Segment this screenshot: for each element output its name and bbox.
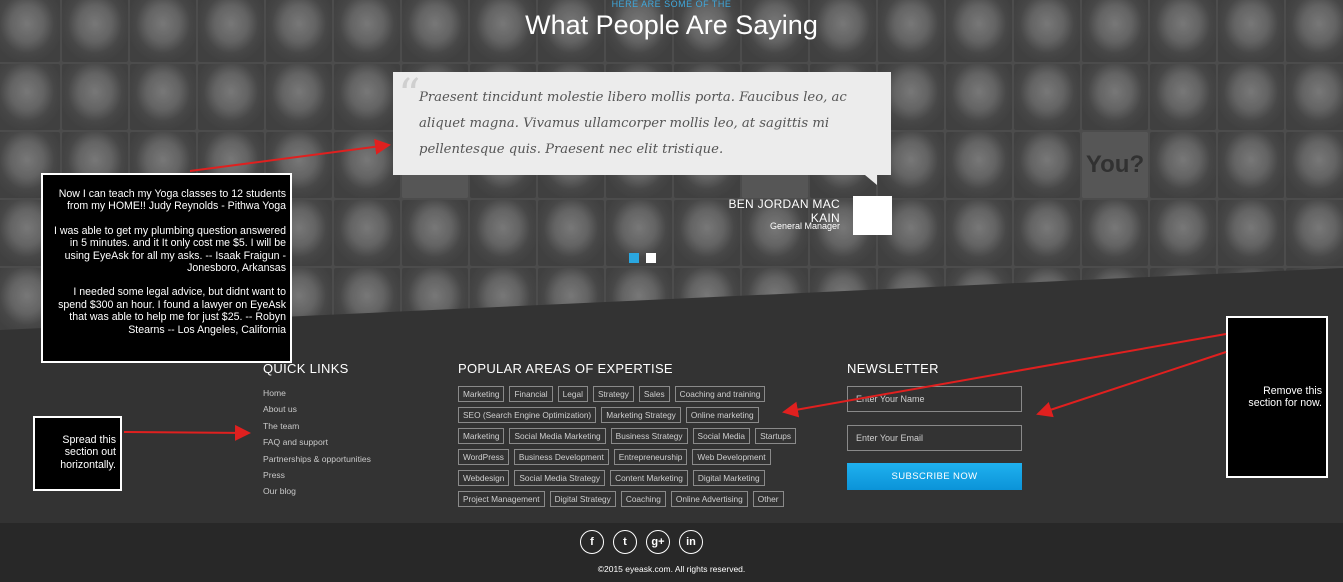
expertise-tag[interactable]: Financial (509, 386, 553, 402)
author-avatar (853, 196, 892, 235)
expertise-tag[interactable]: Digital Strategy (549, 491, 616, 507)
annotation-spread-section: Spread this section out horizontally. (33, 416, 122, 491)
facebook-icon[interactable]: f (580, 530, 604, 554)
twitter-icon[interactable]: t (613, 530, 637, 554)
quote-mark-icon: “ (398, 70, 421, 121)
expertise-tag-row: Marketing Social Media Marketing Business … (458, 428, 818, 444)
expertise-tag[interactable]: Other (752, 491, 784, 507)
expertise-tag[interactable]: Social Media Strategy (514, 470, 606, 486)
expertise-title: POPULAR AREAS OF EXPERTISE (458, 361, 673, 376)
expertise-tag-row: Project Management Digital Strategy Coachi… (458, 491, 818, 507)
expertise-tag[interactable]: Entrepreneurship (613, 449, 688, 465)
expertise-tag[interactable]: Online Advertising (670, 491, 748, 507)
annotation-testimonial-1: Now I can teach my Yoga classes to 12 st… (58, 188, 286, 213)
expertise-tag[interactable]: Digital Marketing (692, 470, 765, 486)
quick-link-about[interactable]: About us (263, 404, 371, 420)
quick-links-title: QUICK LINKS (263, 361, 349, 376)
expertise-tag[interactable]: WordPress (458, 449, 509, 465)
expertise-tag[interactable]: Coaching (620, 491, 666, 507)
slider-dot-2[interactable] (646, 253, 656, 263)
expertise-tag[interactable]: Marketing (458, 386, 505, 402)
expertise-tag[interactable]: Webdesign (458, 470, 510, 486)
quick-link-home[interactable]: Home (263, 388, 371, 404)
annotation-testimonial-2: I was able to get my plumbing question a… (53, 224, 286, 275)
expertise-tag[interactable]: Legal (557, 386, 588, 402)
expertise-tag[interactable]: Project Management (458, 491, 545, 507)
expertise-tag-row: WordPress Business Development Entrepreneu… (458, 449, 818, 465)
expertise-tag[interactable]: Marketing Strategy (601, 407, 681, 423)
expertise-tag[interactable]: Web Development (692, 449, 771, 465)
expertise-tag[interactable]: Content Marketing (610, 470, 688, 486)
section-title: What People Are Saying (525, 10, 818, 40)
quick-link-faq[interactable]: FAQ and support (263, 437, 371, 453)
copyright-text: ©2015 eyeask.com. All rights reserved. (597, 564, 746, 574)
subscribe-button[interactable]: SUBSCRIBE NOW (847, 463, 1022, 490)
quick-link-partnerships[interactable]: Partnerships & opportunities (263, 454, 371, 470)
slider-dot-1[interactable] (629, 253, 639, 263)
arrow-to-quick-links (123, 424, 251, 441)
linkedin-icon[interactable]: in (679, 530, 703, 554)
google-plus-icon[interactable]: g+ (646, 530, 670, 554)
expertise-tag-row: Webdesign Social Media Strategy Content Ma… (458, 470, 818, 486)
expertise-tag-row: Marketing Financial Legal Strategy Sales Coac… (458, 386, 818, 402)
expertise-tag[interactable]: Sales (638, 386, 670, 402)
expertise-tag[interactable]: Strategy (592, 386, 634, 402)
expertise-tag[interactable]: Business Development (513, 449, 609, 465)
annotation-testimonial-3: I needed some legal advice, but didnt wa… (58, 286, 286, 336)
newsletter-title: NEWSLETTER (847, 361, 939, 376)
expertise-tag-row: SEO (Search Engine Optimization) Marketin… (458, 407, 818, 423)
newsletter-email-input[interactable] (847, 425, 1022, 451)
expertise-tag[interactable]: Social Media (692, 428, 751, 444)
section-kicker: HERE ARE SOME OF THE (611, 0, 732, 9)
annotation-remove-section: Remove this section for now. (1226, 316, 1328, 478)
quick-link-blog[interactable]: Our blog (263, 486, 371, 502)
testimonial-quote-box: “ Praesent tincidunt molestie libero mol… (393, 70, 891, 185)
quick-links-list: Home About us The team FAQ and support P… (263, 388, 371, 503)
annotation-testimonials: Now I can teach my Yoga classes to 12 st… (41, 173, 292, 363)
arrow-to-newsletter (1036, 351, 1227, 418)
expertise-tag[interactable]: Online marketing (685, 407, 759, 423)
newsletter-name-input[interactable] (847, 386, 1022, 412)
expertise-tag[interactable]: SEO (Search Engine Optimization) (458, 407, 597, 423)
expertise-tag[interactable]: Marketing (458, 428, 505, 444)
testimonial-author-role: General Manager (769, 221, 840, 231)
expertise-tag[interactable]: Startups (755, 428, 796, 444)
quick-link-press[interactable]: Press (263, 470, 371, 486)
quick-link-team[interactable]: The team (263, 421, 371, 437)
expertise-tag[interactable]: Business Strategy (610, 428, 688, 444)
expertise-tag[interactable]: Coaching and training (674, 386, 766, 402)
expertise-tag[interactable]: Social Media Marketing (509, 428, 606, 444)
expertise-tags: Marketing Financial Legal Strategy Sales Coac… (458, 386, 818, 512)
testimonial-quote: Praesent tincidunt molestie libero molli… (419, 90, 847, 157)
